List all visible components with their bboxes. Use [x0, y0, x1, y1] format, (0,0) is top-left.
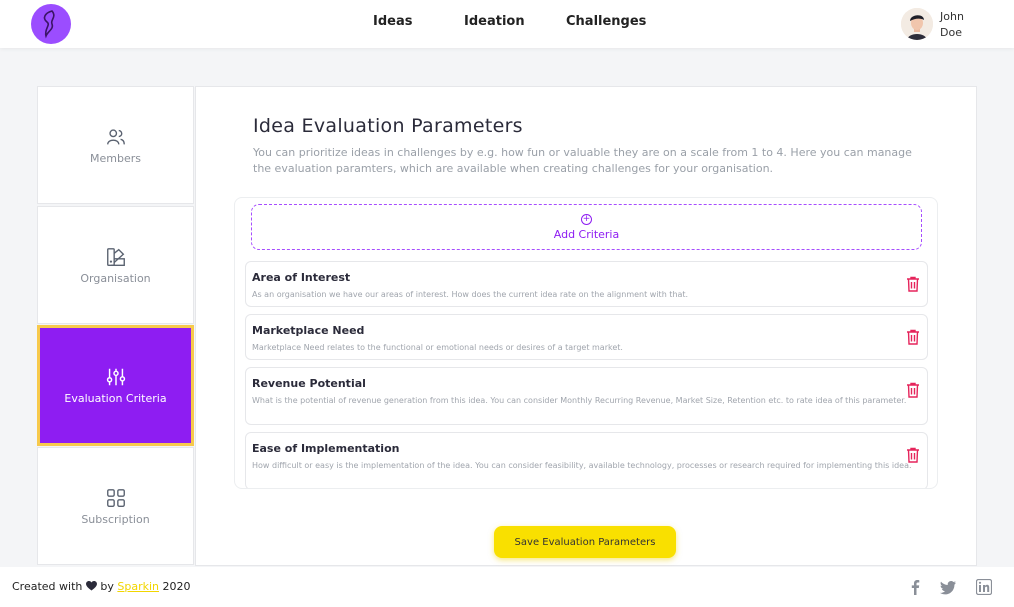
criteria-description: As an organisation we have our areas of … — [252, 290, 689, 299]
criteria-item[interactable]: Marketplace Need Marketplace Need relate… — [245, 314, 928, 360]
linkedin-icon[interactable] — [976, 579, 992, 595]
sidebar-item-label: Subscription — [81, 512, 150, 526]
heart-icon — [85, 581, 97, 591]
criteria-item[interactable]: Ease of Implementation How difficult or … — [245, 432, 928, 488]
criteria-name: Revenue Potential — [252, 377, 366, 390]
facebook-icon[interactable] — [907, 579, 923, 595]
trash-icon[interactable] — [906, 329, 920, 345]
footer: Created with by Sparkin 2020 — [0, 567, 1014, 607]
page-title: Idea Evaluation Parameters — [253, 115, 523, 137]
criteria-description: Marketplace Need relates to the function… — [252, 343, 623, 352]
nav-challenges-label: Challenges — [566, 14, 647, 29]
sliders-icon — [106, 368, 125, 386]
sidebar-item-label: Members — [90, 151, 141, 165]
credit-prefix: Created with — [12, 580, 83, 593]
criteria-description: What is the potential of revenue generat… — [252, 396, 907, 405]
user-avatar[interactable] — [901, 8, 933, 40]
sidebar-item-organisation[interactable]: Organisation — [37, 206, 194, 324]
top-header: Ideas Ideation Challenges John Doe — [0, 0, 1014, 48]
lightning-logo-icon — [43, 10, 55, 39]
brand-link[interactable]: Sparkin — [117, 580, 159, 593]
criteria-item[interactable]: Area of Interest As an organisation we h… — [245, 261, 928, 307]
twitter-icon[interactable] — [940, 579, 956, 595]
credit-by: by — [100, 580, 114, 593]
footer-credit: Created with by Sparkin 2020 — [12, 580, 191, 593]
criteria-name: Ease of Implementation — [252, 442, 400, 455]
sidebar-item-evaluation-criteria[interactable]: Evaluation Criteria — [37, 325, 194, 446]
criteria-description: How difficult or easy is the implementat… — [252, 461, 912, 470]
user-name[interactable]: John Doe — [940, 9, 964, 41]
trash-icon[interactable] — [906, 382, 920, 398]
nav-ideas-label: Ideas — [373, 14, 413, 29]
save-evaluation-button[interactable]: Save Evaluation Parameters — [494, 526, 676, 558]
add-criteria-button[interactable]: + Add Criteria — [251, 204, 922, 250]
palette-icon — [106, 247, 125, 266]
sidebar-item-members[interactable]: Members — [37, 86, 194, 204]
save-button-label: Save Evaluation Parameters — [514, 536, 656, 548]
criteria-item[interactable]: Revenue Potential What is the potential … — [245, 367, 928, 425]
page-description: You can prioritize ideas in challenges b… — [253, 146, 912, 175]
grid-icon — [106, 488, 125, 507]
credit-year: 2020 — [162, 580, 191, 593]
add-criteria-label: Add Criteria — [553, 227, 620, 241]
criteria-name: Area of Interest — [252, 271, 351, 284]
criteria-name: Marketplace Need — [252, 324, 365, 337]
sidebar-item-label: Organisation — [80, 271, 151, 285]
plus-circle-icon: + — [581, 213, 592, 225]
user-first-name: John — [940, 10, 964, 23]
main-panel: Idea Evaluation Parameters You can prior… — [195, 86, 977, 566]
trash-icon[interactable] — [906, 447, 920, 463]
trash-icon[interactable] — [906, 276, 920, 292]
app-logo[interactable] — [31, 4, 71, 44]
users-icon — [106, 128, 125, 144]
avatar-icon — [901, 8, 933, 40]
sidebar-item-subscription[interactable]: Subscription — [37, 447, 194, 565]
nav-challenges[interactable]: Challenges — [562, 14, 653, 29]
criteria-list[interactable]: + Add Criteria Area of Interest As an or… — [234, 197, 938, 489]
user-last-name: Doe — [940, 26, 962, 39]
nav-ideation[interactable]: Ideation — [464, 14, 525, 29]
nav-ideation-label: Ideation — [464, 14, 525, 29]
sidebar-item-label: Evaluation Criteria — [64, 392, 167, 405]
nav-ideas[interactable]: Ideas — [373, 14, 412, 29]
